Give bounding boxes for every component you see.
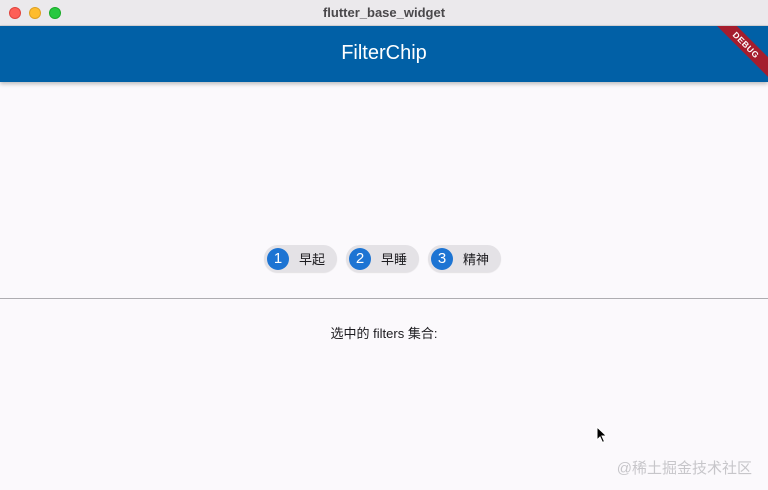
chip-label: 精神: [463, 252, 490, 267]
filter-chip-2[interactable]: 2 早睡: [346, 245, 420, 272]
chip-avatar: 1: [267, 247, 289, 270]
chip-avatar: 3: [431, 247, 454, 270]
page-title: FilterChip: [341, 42, 427, 64]
app-window: flutter_base_widget FilterChip DEBUG 1 早…: [0, 0, 768, 490]
mouse-pointer-icon: [596, 426, 608, 444]
chip-avatar: 2: [349, 247, 372, 270]
filter-chip-1[interactable]: 1 早起: [264, 245, 338, 272]
app-bar: FilterChip DEBUG: [0, 26, 768, 82]
watermark: @稀土掘金技术社区: [616, 460, 752, 477]
window-titlebar: flutter_base_widget: [0, 0, 768, 26]
filter-chip-group: 1 早起 2 早睡 3 精神: [264, 245, 502, 272]
chip-label: 早睡: [381, 252, 408, 267]
window-title: flutter_base_widget: [322, 5, 446, 20]
divider: [0, 298, 768, 299]
selected-filters-text: 选中的 filters 集合:: [330, 326, 438, 341]
filter-chip-3[interactable]: 3 精神: [428, 245, 502, 272]
chip-label: 早起: [299, 252, 326, 267]
